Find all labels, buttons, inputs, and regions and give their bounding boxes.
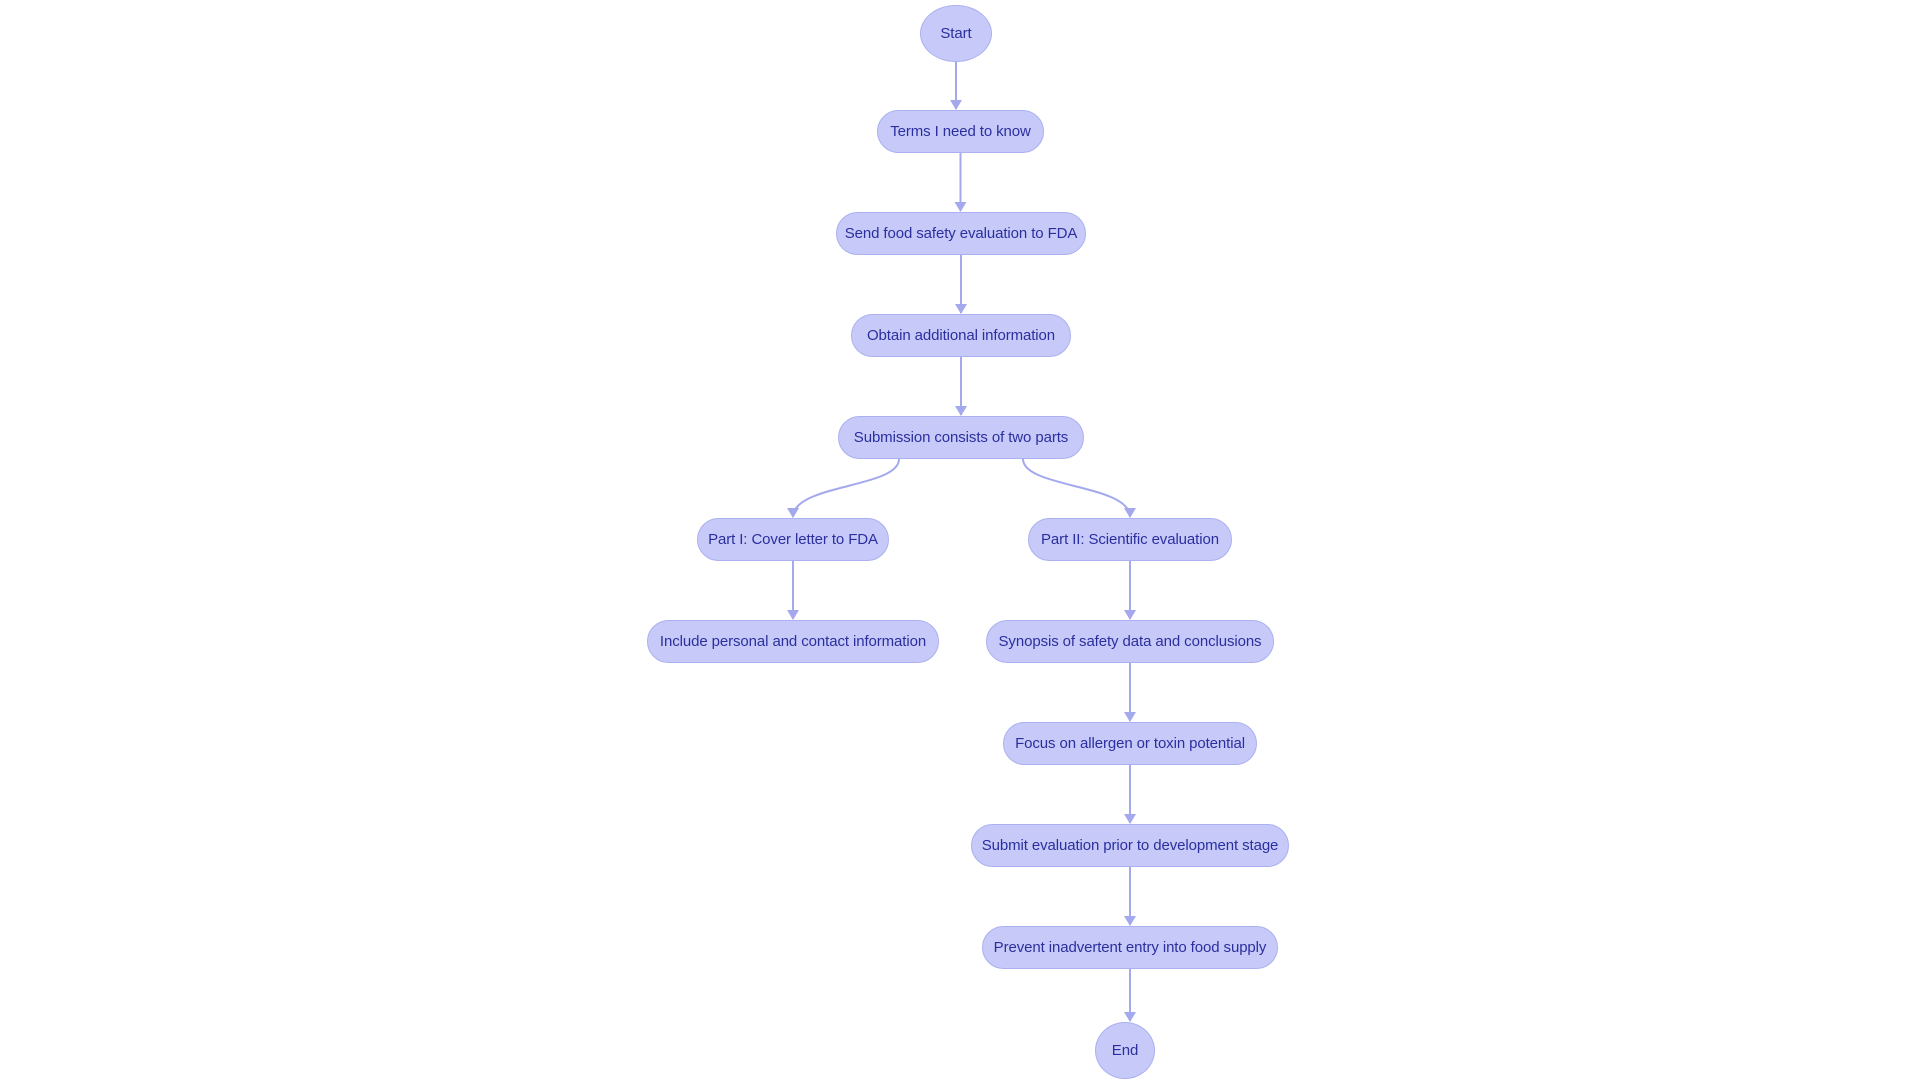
flow-node-prevent_entry[interactable]: Prevent inadvertent entry into food supp… (982, 926, 1278, 969)
flow-node-label: End (1111, 1042, 1139, 1059)
flow-node-label: Submission consists of two parts (853, 429, 1069, 446)
flow-node-submit_prior[interactable]: Submit evaluation prior to development s… (971, 824, 1289, 867)
flow-node-end[interactable]: End (1095, 1022, 1155, 1079)
flow-node-label: Synopsis of safety data and conclusions (998, 633, 1262, 650)
edge-arrowhead (950, 100, 962, 110)
flow-node-part1[interactable]: Part I: Cover letter to FDA (697, 518, 889, 561)
edge-arrowhead (1124, 712, 1136, 722)
flow-node-two_parts[interactable]: Submission consists of two parts (838, 416, 1084, 459)
edge-arrowhead (955, 304, 967, 314)
flow-node-terms[interactable]: Terms I need to know (877, 110, 1044, 153)
flow-node-synopsis[interactable]: Synopsis of safety data and conclusions (986, 620, 1274, 663)
edge-arrowhead (1124, 1012, 1136, 1022)
edge-arrowhead (955, 406, 967, 416)
flowchart-canvas: Start Terms I need to know Send food safet… (0, 0, 1920, 1080)
flow-node-label: Submit evaluation prior to development s… (981, 837, 1279, 854)
edge-arrowhead (954, 202, 967, 212)
edge-arrowhead (1124, 508, 1136, 518)
flow-node-label: Start (940, 25, 972, 42)
flow-node-label: Send food safety evaluation to FDA (844, 225, 1078, 242)
edge-layer (787, 62, 1136, 1022)
flow-node-label: Part I: Cover letter to FDA (708, 531, 878, 548)
edge-arrowhead (787, 610, 799, 620)
flow-edge-two_parts-to-part1 (792, 458, 900, 518)
edge-arrowhead (1124, 916, 1136, 926)
flow-node-label: Terms I need to know (890, 123, 1031, 140)
flow-node-label: Include personal and contact information (659, 633, 927, 650)
flow-node-personal_info[interactable]: Include personal and contact information (647, 620, 939, 663)
flow-node-part2[interactable]: Part II: Scientific evaluation (1028, 518, 1232, 561)
flow-node-start[interactable]: Start (920, 5, 992, 62)
edge-arrowhead (1124, 814, 1136, 824)
edge-arrowhead (787, 508, 799, 518)
edge-arrowhead (1124, 610, 1136, 620)
flow-node-send_eval[interactable]: Send food safety evaluation to FDA (836, 212, 1086, 255)
flow-node-label: Obtain additional information (866, 327, 1056, 344)
flow-node-allergen[interactable]: Focus on allergen or toxin potential (1003, 722, 1257, 765)
flow-node-label: Focus on allergen or toxin potential (1015, 735, 1245, 752)
flow-edge-two_parts-to-part2 (1022, 458, 1131, 518)
flow-node-obtain_info[interactable]: Obtain additional information (851, 314, 1071, 357)
flow-node-label: Part II: Scientific evaluation (1041, 531, 1219, 548)
flow-node-label: Prevent inadvertent entry into food supp… (993, 939, 1267, 956)
